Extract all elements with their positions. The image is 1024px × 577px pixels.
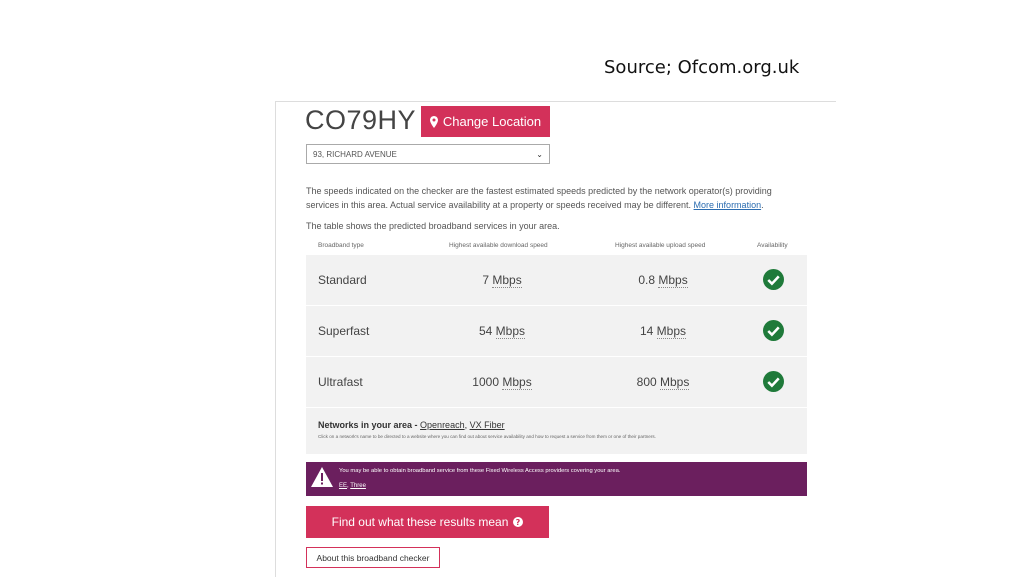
- networks-section: Networks in your area - Openreach, VX Fi…: [306, 408, 807, 454]
- warning-icon: [311, 467, 333, 487]
- header-upload: Highest available upload speed: [615, 242, 706, 249]
- fwa-link-three[interactable]: Three: [350, 483, 366, 489]
- header-availability: Availability: [757, 242, 788, 249]
- fwa-link-ee[interactable]: EE: [339, 483, 347, 489]
- warning-text: You may be able to obtain broadband serv…: [339, 468, 621, 474]
- check-circle-icon: [763, 320, 784, 341]
- map-pin-icon: [429, 115, 438, 128]
- fwa-warning-banner: You may be able to obtain broadband serv…: [306, 462, 807, 496]
- networks-title: Networks in your area - Openreach, VX Fi…: [318, 420, 505, 430]
- row-download: 1000 Mbps: [472, 375, 532, 390]
- table-row: Superfast 54 Mbps 14 Mbps: [306, 306, 807, 357]
- row-upload: 14 Mbps: [639, 324, 687, 339]
- header-broadband-type: Broadband type: [318, 242, 364, 249]
- more-information-link[interactable]: More information: [694, 200, 762, 210]
- row-upload: 0.8 Mbps: [638, 273, 688, 288]
- table-row: Standard 7 Mbps 0.8 Mbps: [306, 255, 807, 306]
- find-out-results-button[interactable]: Find out what these results mean ?: [306, 506, 549, 538]
- networks-label: Networks in your area: [318, 420, 413, 430]
- address-select-value: 93, RICHARD AVENUE: [313, 149, 397, 159]
- row-upload: 800 Mbps: [636, 375, 690, 390]
- network-link-vx-fiber[interactable]: VX Fiber: [470, 420, 505, 430]
- source-caption: Source; Ofcom.org.uk: [604, 57, 800, 78]
- postcode-title: CO79HY: [305, 105, 417, 135]
- table-intro: The table shows the predicted broadband …: [306, 221, 560, 231]
- unit-mbps[interactable]: Mbps: [656, 324, 687, 339]
- change-location-label: Change Location: [442, 114, 542, 129]
- speed-table: Standard 7 Mbps 0.8 Mbps Superfast 54 Mb…: [306, 255, 807, 454]
- unit-mbps[interactable]: Mbps: [492, 273, 522, 288]
- row-download: 7 Mbps: [482, 273, 522, 288]
- check-circle-icon: [763, 371, 784, 392]
- header-download: Highest available download speed: [449, 242, 548, 249]
- network-link-openreach[interactable]: Openreach: [420, 420, 465, 430]
- chevron-down-icon: ⌄: [536, 149, 543, 159]
- check-circle-icon: [763, 269, 784, 290]
- row-type: Superfast: [318, 324, 370, 338]
- about-checker-button[interactable]: About this broadband checker: [306, 547, 440, 568]
- address-select[interactable]: 93, RICHARD AVENUE ⌄: [306, 144, 550, 164]
- row-type: Ultrafast: [318, 375, 363, 389]
- row-type: Standard: [318, 273, 367, 287]
- unit-mbps[interactable]: Mbps: [660, 375, 690, 390]
- svg-text:?: ?: [516, 518, 521, 527]
- warning-links: EE, Three: [339, 483, 366, 489]
- question-circle-icon: ?: [513, 517, 524, 527]
- row-download: 54 Mbps: [478, 324, 526, 339]
- unit-mbps[interactable]: Mbps: [495, 324, 526, 339]
- networks-note: Click on a network's name to be directed…: [318, 434, 656, 439]
- unit-mbps[interactable]: Mbps: [658, 273, 688, 288]
- find-out-results-label: Find out what these results mean: [331, 515, 509, 529]
- table-row: Ultrafast 1000 Mbps 800 Mbps: [306, 357, 807, 408]
- unit-mbps[interactable]: Mbps: [502, 375, 532, 390]
- change-location-button[interactable]: Change Location: [421, 106, 550, 137]
- intro-paragraph: The speeds indicated on the checker are …: [306, 186, 772, 210]
